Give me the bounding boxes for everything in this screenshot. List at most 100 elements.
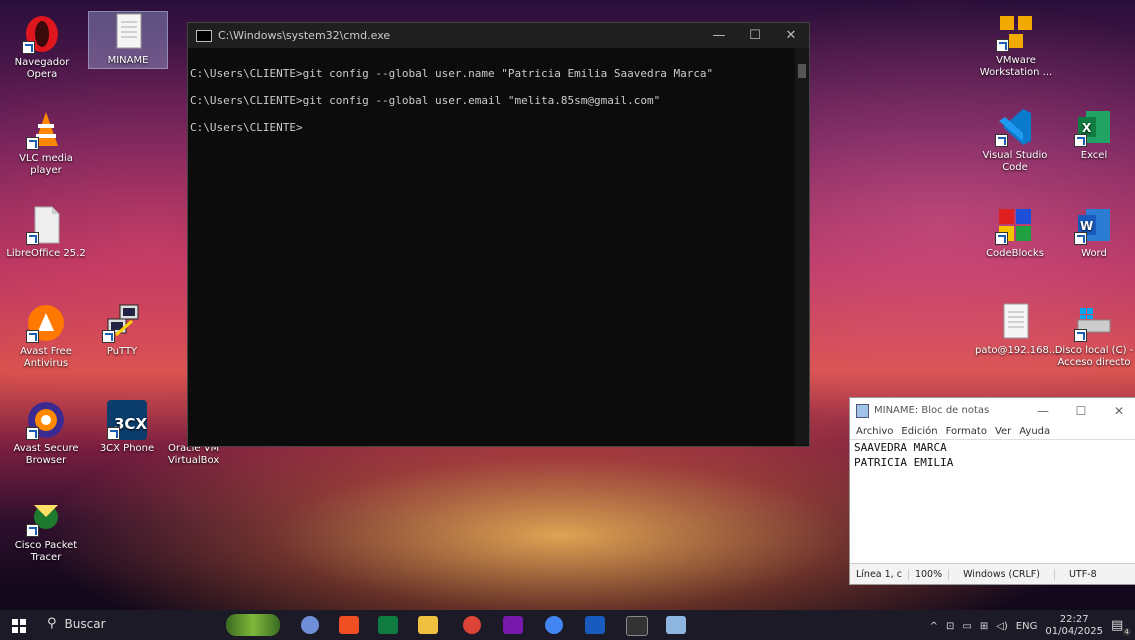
notepad-title: MINAME: Bloc de notas xyxy=(874,405,990,416)
close-button[interactable]: ✕ xyxy=(1100,404,1135,418)
chrome-profile-taskbar-icon[interactable] xyxy=(545,616,563,634)
icon-label: Excel xyxy=(1080,150,1108,161)
menu-ayuda[interactable]: Ayuda xyxy=(1019,426,1050,437)
console-line: C:\Users\CLIENTE>git config --global use… xyxy=(190,67,714,80)
svg-text:W: W xyxy=(1080,219,1093,233)
text-line: SAAVEDRA MARCA xyxy=(854,441,947,454)
volume-icon[interactable]: ◁) xyxy=(996,621,1008,632)
search-icon: ⚲ xyxy=(47,616,57,631)
search-placeholder: Buscar xyxy=(64,616,106,631)
taskbar-search[interactable]: ⚲ Buscar xyxy=(47,616,106,631)
text-line: PATRICIA EMILIA xyxy=(854,456,954,469)
libreoffice-icon xyxy=(26,205,66,245)
desktop-icon-miname[interactable]: MINAME xyxy=(88,11,168,69)
cmd-titlebar[interactable]: C:\Windows\system32\cmd.exe — ☐ ✕ xyxy=(188,23,809,48)
menu-archivo[interactable]: Archivo xyxy=(856,426,893,437)
brave-taskbar-icon[interactable] xyxy=(339,616,359,634)
desktop-icon-vscode[interactable]: Visual Studio Code xyxy=(975,107,1055,174)
desktop-icon-avast-browser[interactable]: Avast Secure Browser xyxy=(6,400,86,467)
console-prompt: C:\Users\CLIENTE> xyxy=(190,121,303,134)
icon-label: Avast Free Antivirus xyxy=(20,346,72,369)
desktop-icon-word[interactable]: W Word xyxy=(1054,205,1134,260)
icon-label: Cisco Packet Tracer xyxy=(14,540,78,563)
desktop-icon-vmware[interactable]: VMware Workstation ... xyxy=(976,12,1056,79)
word-icon: W xyxy=(1074,205,1114,245)
menu-edicion[interactable]: Edición xyxy=(901,426,937,437)
desktop-icon-avast[interactable]: Avast Free Antivirus xyxy=(6,303,86,370)
notepad-text-area[interactable]: SAAVEDRA MARCA PATRICIA EMILIA xyxy=(850,439,1135,550)
desktop-icon-vlc[interactable]: VLC media player xyxy=(6,110,86,177)
notepad-statusbar: Línea 1, c 100% Windows (CRLF) UTF-8 xyxy=(850,563,1135,584)
notepad-menubar: Archivo Edición Formato Ver Ayuda xyxy=(850,423,1135,439)
maximize-button[interactable]: ☐ xyxy=(737,28,773,43)
avast-browser-icon xyxy=(26,400,66,440)
scrollbar-thumb[interactable] xyxy=(798,64,806,78)
file-explorer-taskbar-icon[interactable] xyxy=(418,616,438,634)
cmd-scrollbar[interactable] xyxy=(795,48,809,445)
notepad-icon xyxy=(856,403,869,418)
text-file-icon xyxy=(995,302,1035,342)
vlc-icon xyxy=(26,110,66,150)
console-line: C:\Users\CLIENTE>git config --global use… xyxy=(190,94,661,107)
icon-label: VLC media player xyxy=(19,153,73,176)
frog-widget-icon[interactable] xyxy=(226,614,280,636)
clock-date: 01/04/2025 xyxy=(1045,626,1103,637)
windows-icon xyxy=(12,619,26,633)
icon-label: 3CX Phone xyxy=(99,443,155,454)
icon-label: pato@192.168.... xyxy=(975,345,1062,356)
putty-icon xyxy=(102,303,142,343)
excel-icon: X xyxy=(1074,107,1114,147)
cmd-window[interactable]: C:\Windows\system32\cmd.exe — ☐ ✕ C:\Use… xyxy=(187,22,810,447)
minimize-button[interactable]: — xyxy=(701,28,737,43)
icon-label: Avast Secure Browser xyxy=(13,443,79,466)
close-button[interactable]: ✕ xyxy=(773,28,809,43)
status-zoom: 100% xyxy=(909,568,950,580)
icon-label: Visual Studio Code xyxy=(982,150,1048,173)
desktop-icon-codeblocks[interactable]: CodeBlocks xyxy=(975,205,1055,260)
desktop-icon-opera[interactable]: Navegador Opera xyxy=(2,14,82,81)
desktop-icon-local-disk[interactable]: Disco local (C) - Acceso directo xyxy=(1054,302,1134,369)
start-button[interactable] xyxy=(12,618,26,633)
word-taskbar-icon[interactable] xyxy=(585,616,605,634)
rstudio-taskbar-icon[interactable] xyxy=(301,616,319,634)
desktop-icon-packet-tracer[interactable]: Cisco Packet Tracer xyxy=(6,497,86,564)
tray-chevron-icon[interactable]: ^ xyxy=(930,621,938,632)
menu-formato[interactable]: Formato xyxy=(946,426,987,437)
text-file-icon xyxy=(108,12,148,52)
taskbar: ⚲ Buscar ^ ⊡ ▭ ⊞ ◁) ENG 22:27 01/04/2025… xyxy=(0,610,1135,640)
language-indicator[interactable]: ENG xyxy=(1016,621,1038,632)
network-icon[interactable]: ⊞ xyxy=(980,621,988,632)
vscode-icon xyxy=(995,107,1035,147)
clock-time: 22:27 xyxy=(1059,614,1089,625)
desktop-icon-libreoffice[interactable]: LibreOffice 25.2 xyxy=(6,205,86,260)
cmd-console-output[interactable]: C:\Users\CLIENTE>git config --global use… xyxy=(188,48,809,141)
codeblocks-icon xyxy=(995,205,1035,245)
desktop-icon-3cx[interactable]: 3CX 3CX Phone xyxy=(87,400,167,455)
notepad-window[interactable]: MINAME: Bloc de notas — ☐ ✕ Archivo Edic… xyxy=(849,397,1135,585)
desktop-icon-putty[interactable]: PuTTY xyxy=(82,303,162,358)
notepad-titlebar[interactable]: MINAME: Bloc de notas — ☐ ✕ xyxy=(850,398,1135,423)
menu-ver[interactable]: Ver xyxy=(995,426,1011,437)
excel-taskbar-icon[interactable] xyxy=(378,616,398,634)
svg-text:X: X xyxy=(1082,121,1092,135)
desktop-icon-excel[interactable]: X Excel xyxy=(1054,107,1134,162)
minimize-button[interactable]: — xyxy=(1024,404,1062,418)
drive-icon xyxy=(1074,302,1114,342)
icon-label: Word xyxy=(1081,248,1107,259)
vmware-icon xyxy=(996,12,1036,52)
chrome-taskbar-icon[interactable] xyxy=(463,616,481,634)
clock[interactable]: 22:27 01/04/2025 xyxy=(1045,614,1103,638)
status-eol: Windows (CRLF) xyxy=(949,568,1055,580)
3cx-icon: 3CX xyxy=(107,400,147,440)
battery-icon[interactable]: ▭ xyxy=(962,621,971,632)
icon-label: VMware Workstation ... xyxy=(979,55,1053,78)
terminal-taskbar-icon[interactable] xyxy=(626,616,648,636)
notepad-taskbar-icon[interactable] xyxy=(666,616,686,634)
desktop-icon-pato-file[interactable]: pato@192.168.... xyxy=(975,302,1062,357)
notification-center-button[interactable]: ▤ 4 xyxy=(1111,618,1131,636)
icon-label: PuTTY xyxy=(106,346,138,357)
meet-icon[interactable]: ⊡ xyxy=(946,621,954,632)
status-position: Línea 1, c xyxy=(850,568,909,580)
onenote-taskbar-icon[interactable] xyxy=(503,616,523,634)
maximize-button[interactable]: ☐ xyxy=(1062,404,1100,418)
